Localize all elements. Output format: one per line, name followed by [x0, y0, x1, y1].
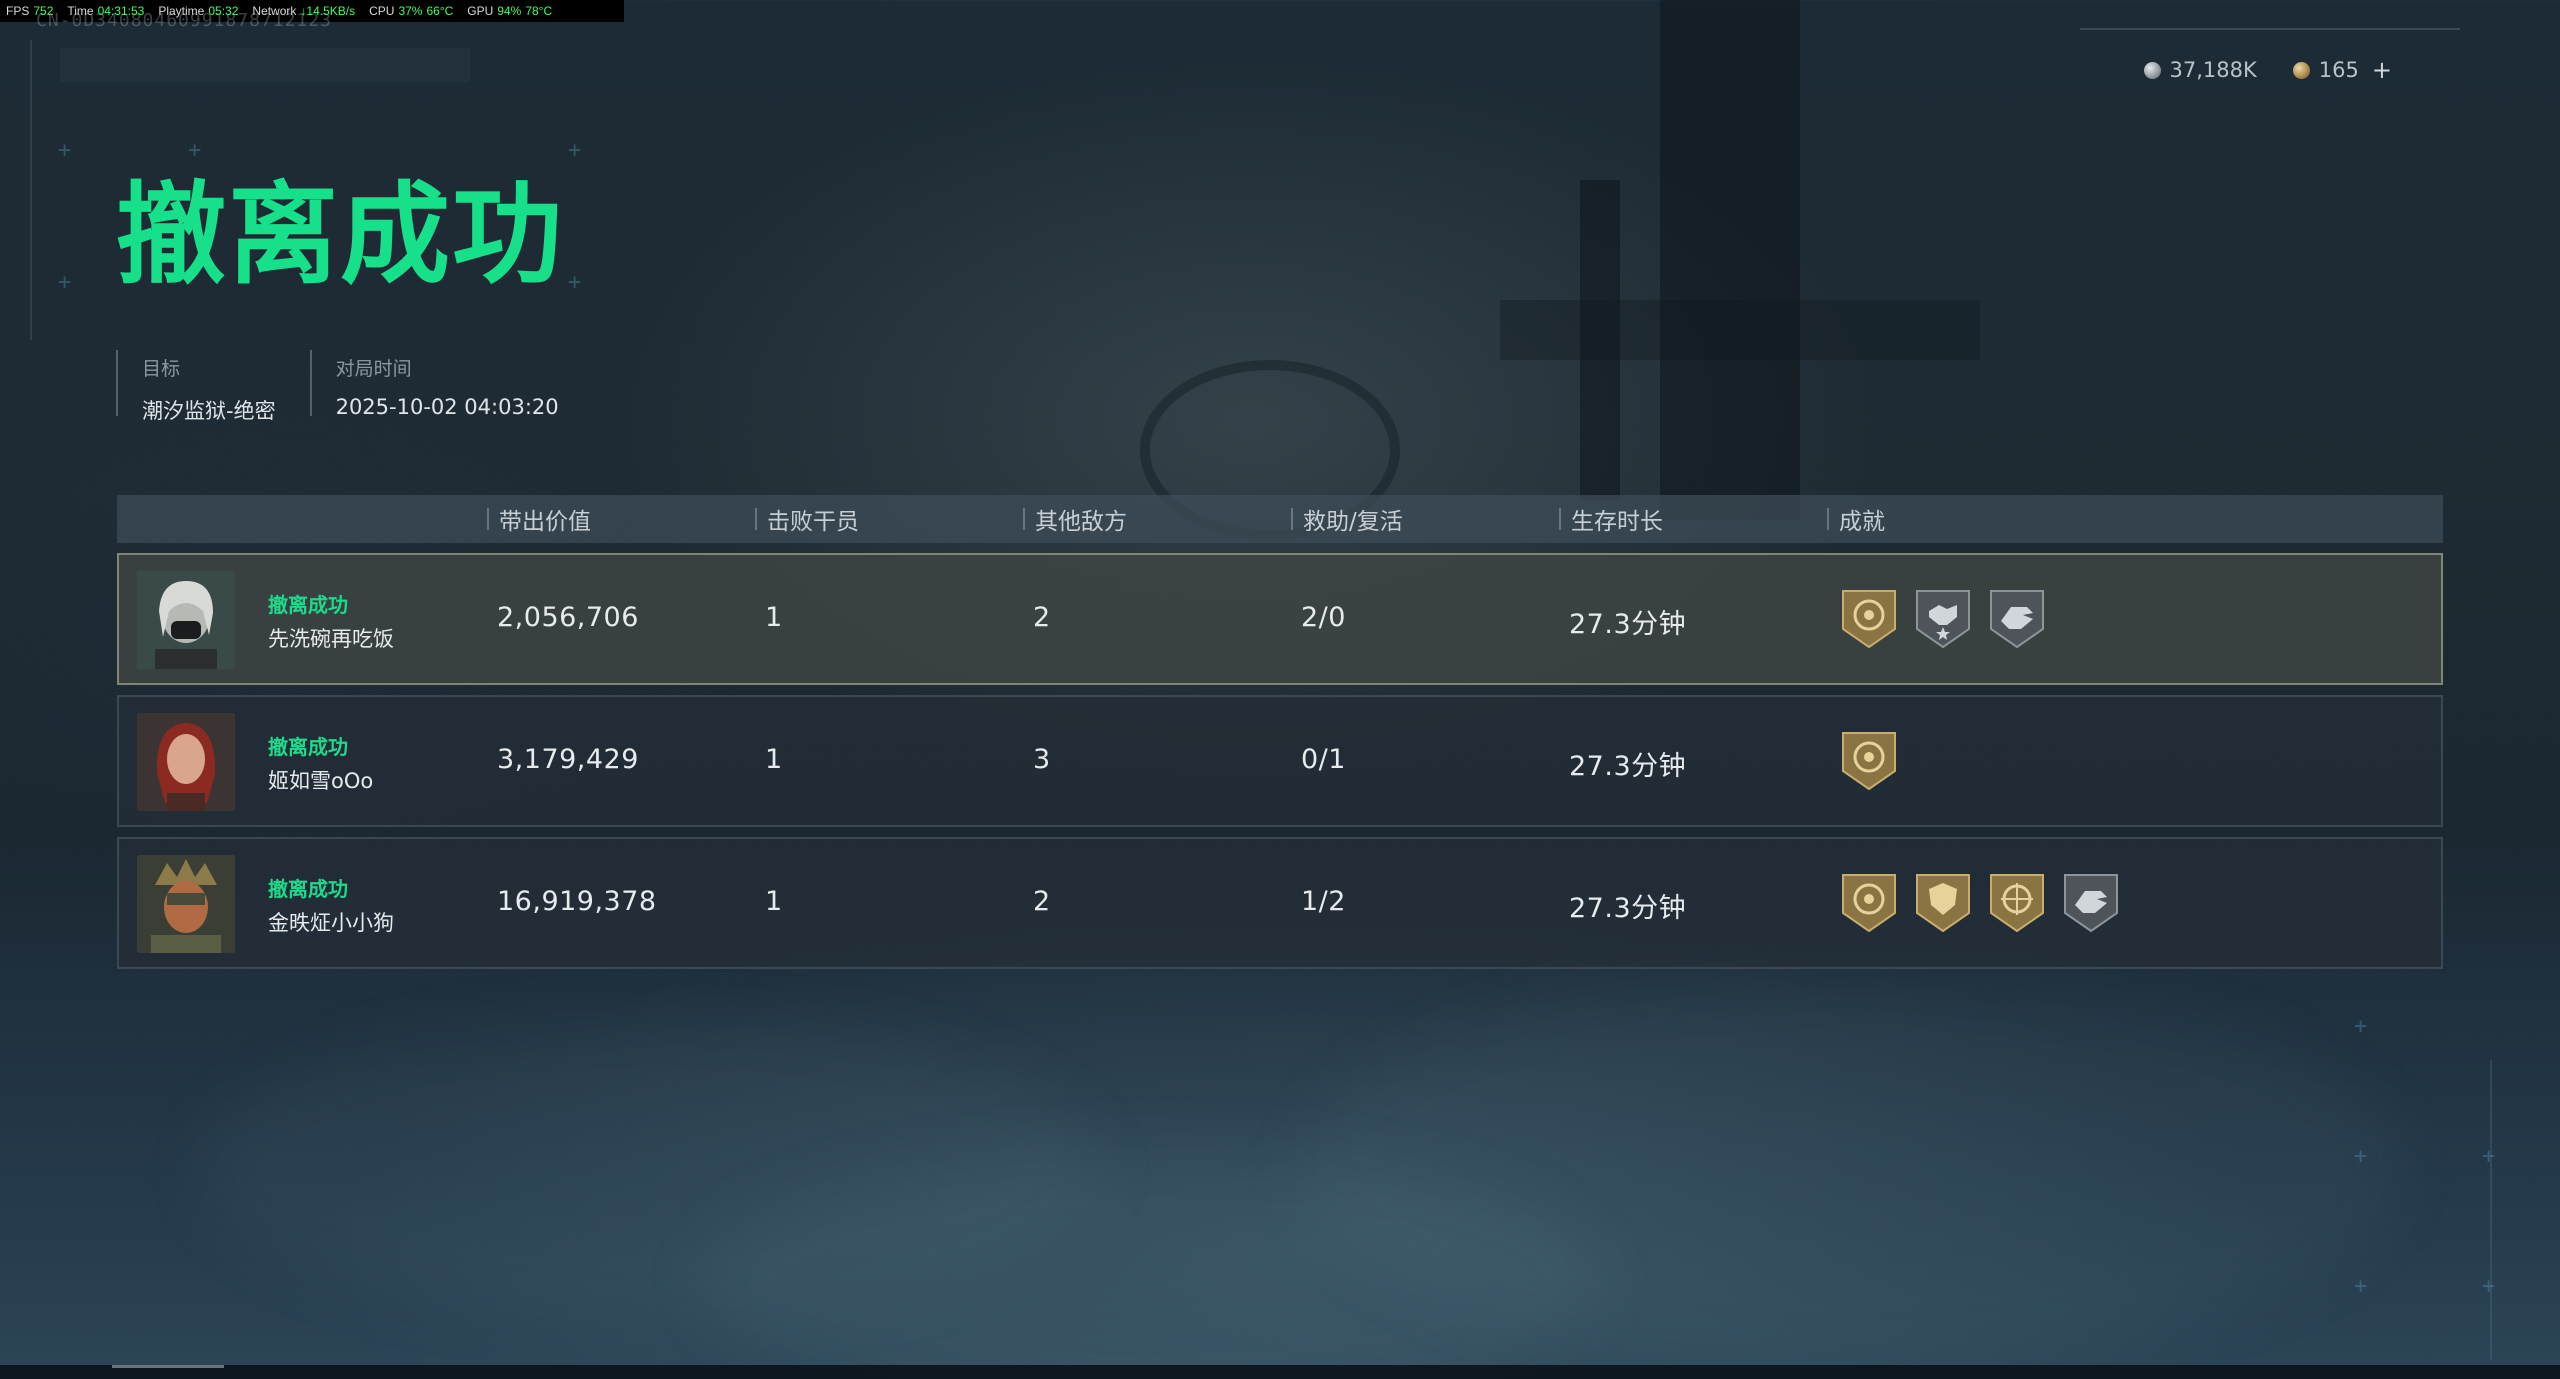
gold-coin-icon [2292, 61, 2310, 79]
gold-amount: 165 [2318, 58, 2359, 82]
match-time-info: 对局时间 2025-10-02 04:03:20 [309, 350, 593, 419]
kills-cell: 1 [765, 602, 783, 633]
result-title: 撤离成功 [116, 171, 564, 299]
cpu-value: 37% [398, 4, 423, 18]
player-status: 撤离成功 [268, 735, 348, 759]
target-value: 潮汐监狱-绝密 [142, 399, 276, 423]
match-time-value: 2025-10-02 04:03:20 [335, 395, 559, 419]
currency-bar: 37,188K 165 + [2143, 56, 2392, 84]
handshake-badge-icon[interactable] [1913, 585, 1973, 651]
player-status: 撤离成功 [268, 593, 348, 617]
target-info: 目标 潮汐监狱-绝密 [116, 350, 310, 423]
player-name: 先洗碗再吃饭 [268, 627, 394, 651]
player-name: 金昳炡小小狗 [268, 911, 394, 935]
header-assist-revive: 救助/复活 [1291, 508, 1403, 535]
bottom-bar [0, 1365, 2560, 1379]
player-avatar [137, 855, 235, 953]
shield-badge-icon[interactable] [1913, 869, 1973, 935]
kills-cell: 1 [765, 886, 783, 917]
table-row[interactable]: 撤离成功 姬如雪oOo 3,179,429 1 3 0/1 27.3分钟 [117, 695, 2443, 827]
achievement-list [1839, 585, 2047, 651]
cpu-temp: 66°C [426, 4, 454, 18]
gpu-temp: 78°C [525, 4, 553, 18]
table-header: 带出价值 击败干员 其他敌方 救助/复活 生存时长 成就 [117, 495, 2443, 543]
table-row[interactable]: 撤离成功 先洗碗再吃饭 2,056,706 1 2 2/0 27.3分钟 [117, 553, 2443, 685]
value-cell: 2,056,706 [497, 602, 639, 633]
gpu-label: GPU [467, 4, 494, 18]
silver-currency: 37,188K [2143, 56, 2257, 84]
other-enemies-cell: 2 [1033, 886, 1051, 917]
target-label: 目标 [142, 358, 181, 380]
other-enemies-cell: 2 [1033, 602, 1051, 633]
header-value: 带出价值 [487, 508, 591, 535]
hand-badge-icon[interactable] [1987, 585, 2047, 651]
gold-currency[interactable]: 165 + [2292, 56, 2392, 84]
kills-cell: 1 [765, 744, 783, 775]
table-row[interactable]: 撤离成功 金昳炡小小狗 16,919,378 1 2 1/2 27.3分钟 [117, 837, 2443, 969]
player-id-watermark: CN-0D34080460991878712123 [36, 10, 332, 31]
survival-cell: 27.3分钟 [1569, 751, 1687, 782]
extract-badge-icon[interactable] [1839, 869, 1899, 935]
header-survival: 生存时长 [1559, 508, 1663, 535]
match-time-label: 对局时间 [335, 358, 412, 380]
assist-cell: 2/0 [1301, 602, 1346, 633]
survival-cell: 27.3分钟 [1569, 609, 1687, 640]
results-table: 带出价值 击败干员 其他敌方 救助/复活 生存时长 成就 撤离成功 先洗碗再吃饭… [117, 495, 2443, 969]
player-avatar [137, 713, 235, 811]
achievement-list [1839, 869, 2121, 935]
assist-cell: 0/1 [1301, 744, 1346, 775]
survival-cell: 27.3分钟 [1569, 893, 1687, 924]
silver-coin-icon [2143, 61, 2161, 79]
gpu-value: 94% [497, 4, 522, 18]
value-cell: 3,179,429 [497, 744, 639, 775]
assist-cell: 1/2 [1301, 886, 1346, 917]
hand-badge-icon[interactable] [2061, 869, 2121, 935]
fps-label: FPS [6, 4, 30, 18]
cpu-label: CPU [369, 4, 395, 18]
player-name: 姬如雪oOo [268, 769, 374, 793]
achievement-list [1839, 727, 1899, 793]
bottom-indicator [112, 1365, 224, 1368]
header-kills: 击败干员 [755, 508, 859, 535]
header-other-enemies: 其他敌方 [1023, 508, 1127, 535]
silver-amount: 37,188K [2169, 58, 2257, 82]
other-enemies-cell: 3 [1033, 744, 1051, 775]
match-meta: 目标 潮汐监狱-绝密 对局时间 2025-10-02 04:03:20 [116, 350, 593, 423]
player-avatar [137, 571, 235, 669]
add-currency-button[interactable]: + [2372, 56, 2392, 84]
header-achievements: 成就 [1827, 508, 1885, 535]
value-cell: 16,919,378 [497, 886, 657, 917]
player-status: 撤离成功 [268, 877, 348, 901]
target-badge-icon[interactable] [1987, 869, 2047, 935]
top-divider [2080, 28, 2460, 30]
extract-badge-icon[interactable] [1839, 727, 1899, 793]
extract-badge-icon[interactable] [1839, 585, 1899, 651]
